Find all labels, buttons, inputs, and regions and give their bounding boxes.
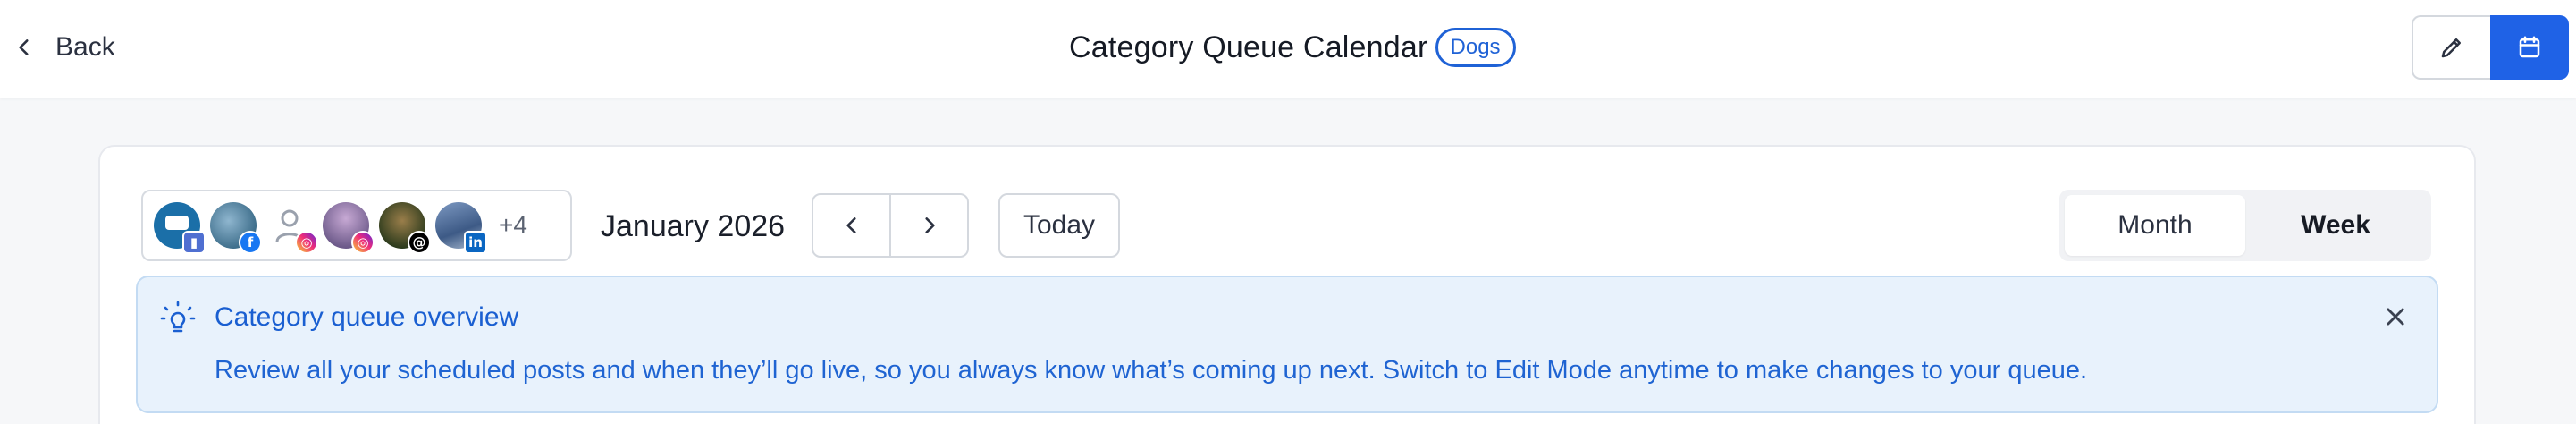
chevron-left-icon bbox=[19, 39, 29, 55]
mode-switch bbox=[2412, 15, 2569, 80]
today-button[interactable]: Today bbox=[998, 193, 1120, 258]
current-month: January 2026 bbox=[601, 209, 786, 243]
facebook-icon: f bbox=[239, 231, 262, 254]
back-button[interactable]: Back bbox=[13, 25, 115, 70]
title-group: Category Queue Calendar Dogs bbox=[1069, 25, 1516, 70]
banner-text: Review all your scheduled posts and when… bbox=[215, 356, 2088, 385]
google-business-icon: ▮ bbox=[182, 231, 206, 254]
banner-title: Category queue overview bbox=[215, 302, 519, 332]
close-icon bbox=[2387, 308, 2404, 326]
category-tag: Dogs bbox=[1435, 28, 1516, 67]
back-label: Back bbox=[55, 32, 115, 62]
avatar[interactable]: ▮ bbox=[154, 202, 206, 254]
view-toggle: Month Week bbox=[2059, 190, 2431, 261]
week-view-option[interactable]: Week bbox=[2245, 195, 2426, 256]
page-title: Category Queue Calendar bbox=[1069, 30, 1428, 64]
banner-close-button[interactable] bbox=[2379, 301, 2412, 333]
lightbulb-icon bbox=[160, 301, 196, 333]
next-button[interactable] bbox=[891, 195, 967, 256]
avatar[interactable]: ◎ bbox=[323, 202, 375, 254]
edit-mode-button[interactable] bbox=[2412, 15, 2490, 80]
chevron-left-icon bbox=[846, 217, 856, 233]
calendar-mode-button[interactable] bbox=[2490, 15, 2569, 80]
instagram-icon: ◎ bbox=[351, 231, 375, 254]
avatar[interactable]: @ bbox=[379, 202, 431, 254]
month-view-option[interactable]: Month bbox=[2065, 195, 2245, 256]
month-navigation bbox=[812, 193, 969, 258]
chevron-right-icon bbox=[924, 217, 935, 233]
threads-icon: @ bbox=[408, 231, 431, 254]
top-header: Back Category Queue Calendar Dogs bbox=[0, 0, 2576, 98]
avatar[interactable]: ◎ bbox=[266, 202, 318, 254]
pencil-icon bbox=[2441, 38, 2461, 58]
instagram-icon: ◎ bbox=[295, 231, 318, 254]
account-selector[interactable]: ▮ f ◎ ◎ @ in +4 bbox=[141, 190, 572, 261]
info-banner bbox=[136, 276, 2438, 413]
avatar[interactable]: in bbox=[435, 202, 487, 254]
avatar[interactable]: f bbox=[210, 202, 262, 254]
more-accounts-count[interactable]: +4 bbox=[499, 211, 527, 240]
calendar-icon bbox=[2519, 36, 2540, 58]
linkedin-icon: in bbox=[464, 231, 487, 254]
previous-button[interactable] bbox=[813, 195, 891, 256]
